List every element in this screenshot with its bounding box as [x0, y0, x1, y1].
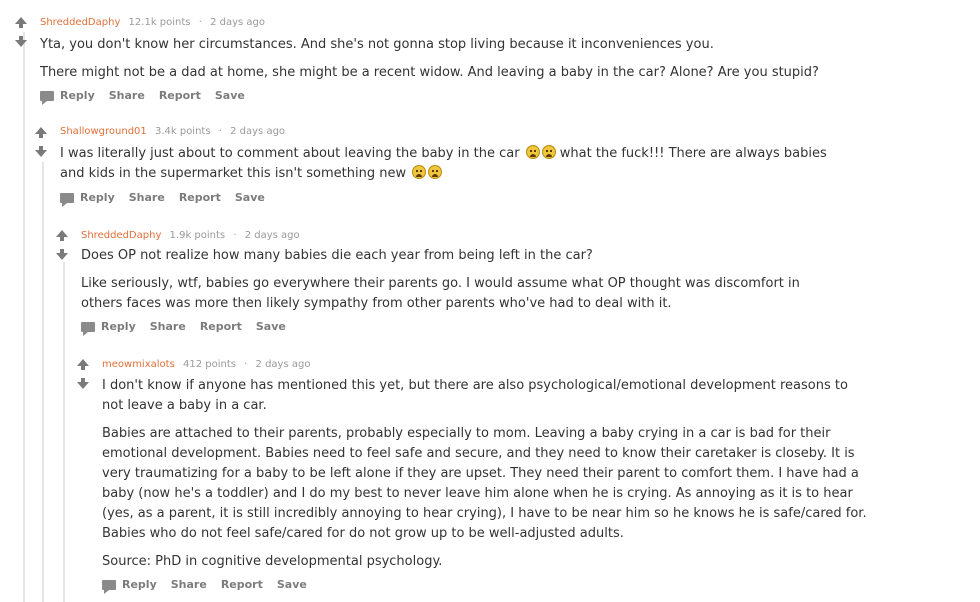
comment-meta: ShreddedDaphy 1.9k points · 2 days ago — [81, 230, 300, 241]
report-button[interactable]: Report — [221, 578, 263, 591]
reply-button[interactable]: Reply — [101, 320, 136, 333]
separator: · — [233, 230, 237, 241]
share-button[interactable]: Share — [150, 320, 186, 333]
author-link[interactable]: ShreddedDaphy — [81, 230, 161, 241]
reply-button[interactable]: Reply — [80, 191, 115, 204]
save-button[interactable]: Save — [277, 578, 307, 591]
comment-bubble-icon — [60, 192, 74, 207]
separator: · — [198, 17, 202, 28]
thread-line-3[interactable] — [63, 262, 65, 602]
comment-paragraph: I don't know if anyone has mentioned thi… — [102, 378, 848, 413]
timestamp[interactable]: 2 days ago — [230, 126, 285, 137]
share-button[interactable]: Share — [171, 578, 207, 591]
thread-line-2[interactable] — [42, 162, 44, 602]
comment-paragraph: Source: PhD in cognitive developmental p… — [102, 554, 443, 569]
comment-actions: Reply Share Report Save — [60, 191, 279, 207]
report-button[interactable]: Report — [159, 89, 201, 102]
report-button[interactable]: Report — [200, 320, 242, 333]
save-button[interactable]: Save — [235, 191, 265, 204]
points: 1.9k points — [169, 230, 226, 241]
downvote-arrow-icon[interactable] — [77, 378, 89, 389]
save-button[interactable]: Save — [215, 89, 245, 102]
grimacing-face-emoji — [541, 145, 556, 159]
separator: · — [218, 126, 222, 137]
points: 12.1k points — [128, 17, 191, 28]
comment-body: I was literally just about to comment ab… — [60, 144, 850, 192]
author-link[interactable]: Shallowground01 — [60, 126, 147, 137]
downvote-arrow-icon[interactable] — [35, 146, 47, 157]
separator: · — [244, 359, 248, 370]
share-button[interactable]: Share — [109, 89, 145, 102]
comment-paragraph: Does OP not realize how many babies die … — [81, 248, 593, 263]
upvote-arrow-icon[interactable] — [56, 230, 68, 241]
timestamp[interactable]: 2 days ago — [256, 359, 311, 370]
author-link[interactable]: meowmixalots — [102, 359, 175, 370]
comment-paragraph: Yta, you don't know her circumstances. A… — [40, 37, 714, 52]
reply-button[interactable]: Reply — [122, 578, 157, 591]
grimacing-face-emoji — [428, 165, 443, 179]
comment-actions: Reply Share Report Save — [81, 320, 300, 336]
share-button[interactable]: Share — [129, 191, 165, 204]
thread-line-1[interactable] — [23, 32, 25, 602]
save-button[interactable]: Save — [256, 320, 286, 333]
comment-body: Does OP not realize how many babies die … — [81, 246, 841, 322]
upvote-arrow-icon[interactable] — [15, 17, 27, 28]
points: 412 points — [182, 359, 236, 370]
report-button[interactable]: Report — [179, 191, 221, 204]
comment-bubble-icon — [81, 321, 95, 336]
comment-body: I don't know if anyone has mentioned thi… — [102, 376, 872, 580]
grimacing-face-emoji — [525, 145, 540, 159]
comment-bubble-icon — [102, 579, 116, 594]
reply-button[interactable]: Reply — [60, 89, 95, 102]
downvote-arrow-icon[interactable] — [56, 249, 68, 260]
upvote-arrow-icon[interactable] — [35, 127, 47, 138]
comment-body: Yta, you don't know her circumstances. A… — [40, 35, 940, 91]
comment-paragraph: Babies are attached to their parents, pr… — [102, 426, 867, 541]
comment-paragraph: There might not be a dad at home, she mi… — [40, 65, 819, 80]
comment-bubble-icon — [40, 90, 54, 105]
comment-actions: Reply Share Report Save — [40, 89, 259, 105]
timestamp[interactable]: 2 days ago — [245, 230, 300, 241]
comment-text-part: I was literally just about to comment ab… — [60, 146, 524, 161]
comment-actions: Reply Share Report Save — [102, 578, 321, 594]
downvote-arrow-icon[interactable] — [15, 36, 27, 47]
comment-paragraph: Like seriously, wtf, babies go everywher… — [81, 276, 800, 311]
timestamp[interactable]: 2 days ago — [210, 17, 265, 28]
author-link[interactable]: ShreddedDaphy — [40, 17, 120, 28]
comment-meta: Shallowground01 3.4k points · 2 days ago — [60, 126, 285, 137]
comment-paragraph: I was literally just about to comment ab… — [60, 144, 850, 184]
comment-meta: ShreddedDaphy 12.1k points · 2 days ago — [40, 17, 265, 28]
points: 3.4k points — [154, 126, 211, 137]
comment-meta: meowmixalots 412 points · 2 days ago — [102, 359, 310, 370]
grimacing-face-emoji — [412, 165, 427, 179]
upvote-arrow-icon[interactable] — [77, 359, 89, 370]
